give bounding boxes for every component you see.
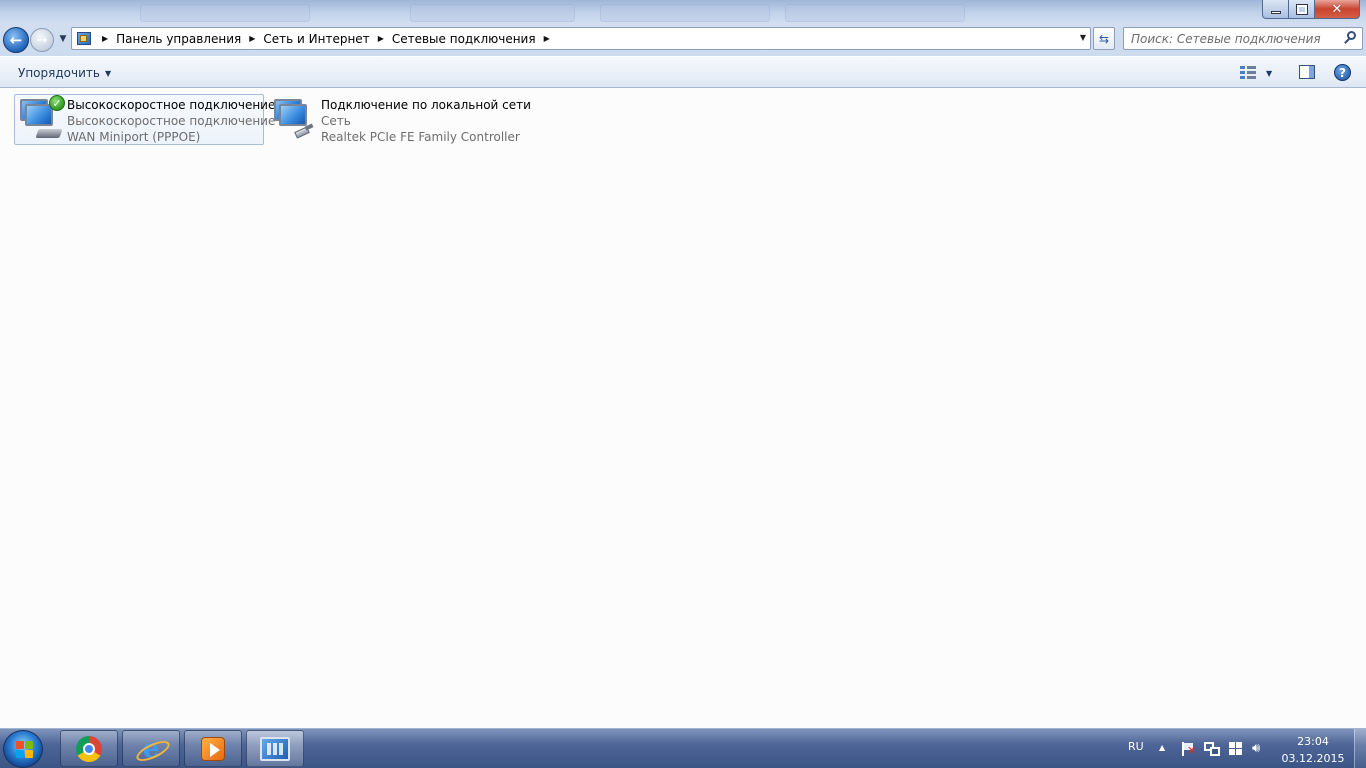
navigation-bar: ← → ▼ ▶ Панель управления ▶ Сеть и Интер…	[0, 24, 1366, 56]
address-dropdown-icon[interactable]: ▼	[1080, 33, 1086, 42]
connection-item-broadband[interactable]: ✓ Высокоскоростное подключение Высокоско…	[14, 94, 275, 145]
connection-name: Высокоскоростное подключение	[67, 98, 276, 112]
connection-item-lan[interactable]: Подключение по локальной сети Сеть Realt…	[268, 94, 531, 145]
recent-pages-dropdown[interactable]: ▼	[57, 32, 69, 46]
minimize-icon	[1270, 10, 1281, 14]
breadcrumb-separator-icon[interactable]: ▶	[249, 34, 255, 43]
restore-icon	[1295, 3, 1308, 15]
close-icon: ✕	[1331, 1, 1343, 17]
show-desktop-button[interactable]	[1354, 729, 1366, 768]
connected-check-icon: ✓	[49, 95, 65, 111]
show-hidden-icons-icon[interactable]: ▲	[1159, 743, 1165, 752]
taskbar: e RU ▲ ✕ 🔊︎ 23:04 03.12.2015	[0, 728, 1366, 768]
breadcrumb-network-connections[interactable]: Сетевые подключения	[392, 32, 536, 46]
connection-type: Сеть	[321, 114, 351, 128]
control-panel-icon	[76, 30, 94, 48]
clock-date: 03.12.2015	[1281, 752, 1345, 765]
minimize-button[interactable]	[1262, 0, 1289, 19]
connection-type: Высокоскоростное подключение	[67, 114, 276, 128]
start-button[interactable]	[3, 730, 43, 768]
restore-button[interactable]	[1289, 0, 1315, 19]
search-box[interactable]	[1123, 27, 1363, 50]
windows-start-icon	[16, 741, 34, 759]
change-view-button[interactable]: ▼	[1240, 64, 1280, 82]
connection-name: Подключение по локальной сети	[321, 98, 531, 112]
background-windows	[120, 2, 1086, 22]
breadcrumb-control-panel[interactable]: Панель управления	[116, 32, 241, 46]
language-indicator[interactable]: RU	[1128, 740, 1144, 753]
chrome-icon	[76, 735, 102, 762]
chevron-down-icon: ▼	[104, 68, 112, 78]
search-input[interactable]	[1131, 28, 1341, 49]
breadcrumb-network-internet[interactable]: Сеть и Интернет	[263, 32, 369, 46]
breadcrumb-separator-icon[interactable]: ▶	[544, 34, 550, 43]
back-button[interactable]: ←	[3, 27, 29, 53]
lan-connection-icon	[269, 95, 321, 143]
taskbar-chrome[interactable]	[60, 730, 118, 767]
window-controls: ✕	[1262, 0, 1360, 19]
back-arrow-icon: ←	[9, 31, 23, 49]
connections-list: ✓ Высокоскоростное подключение Высокоско…	[0, 88, 1366, 728]
internet-explorer-icon: e	[137, 735, 165, 763]
forward-button[interactable]: →	[30, 28, 54, 52]
change-view-icon	[1240, 66, 1256, 80]
volume-icon[interactable]: 🔊︎	[1252, 742, 1268, 756]
title-bar: ✕	[0, 0, 1366, 24]
command-bar: Упорядочить ▼ ▼ ?	[0, 56, 1366, 88]
media-player-icon	[201, 736, 225, 761]
chevron-down-icon[interactable]: ▼	[1266, 69, 1272, 78]
breadcrumb-separator-icon[interactable]: ▶	[378, 34, 384, 43]
broadband-connection-icon: ✓	[15, 95, 67, 143]
network-tray-icon[interactable]	[1204, 742, 1220, 756]
connection-device: Realtek PCIe FE Family Controller	[321, 130, 520, 144]
close-button[interactable]: ✕	[1315, 0, 1360, 19]
chevron-down-icon: ▼	[59, 34, 67, 44]
clock-time: 23:04	[1297, 735, 1329, 748]
preview-pane-icon[interactable]	[1299, 65, 1315, 79]
organize-label: Упорядочить	[18, 66, 100, 80]
connection-device: WAN Miniport (PPPOE)	[67, 130, 201, 144]
control-panel-icon	[260, 736, 290, 761]
clock[interactable]: 23:04 03.12.2015	[1280, 733, 1346, 767]
taskbar-media-player[interactable]	[184, 730, 242, 767]
help-icon[interactable]: ?	[1334, 64, 1351, 81]
taskbar-internet-explorer[interactable]: e	[122, 730, 180, 767]
organize-button[interactable]: Упорядочить ▼	[12, 63, 117, 83]
windows-tray-icon[interactable]	[1228, 742, 1244, 756]
forward-arrow-icon: →	[36, 32, 48, 48]
breadcrumb-separator-icon[interactable]: ▶	[102, 34, 108, 43]
search-icon[interactable]	[1343, 31, 1357, 45]
address-bar[interactable]: ▶ Панель управления ▶ Сеть и Интернет ▶ …	[71, 27, 1091, 50]
refresh-button[interactable]: ⇆	[1093, 27, 1115, 50]
action-center-icon[interactable]: ✕	[1180, 742, 1196, 756]
refresh-icon: ⇆	[1098, 31, 1110, 46]
taskbar-control-panel[interactable]	[246, 730, 304, 767]
